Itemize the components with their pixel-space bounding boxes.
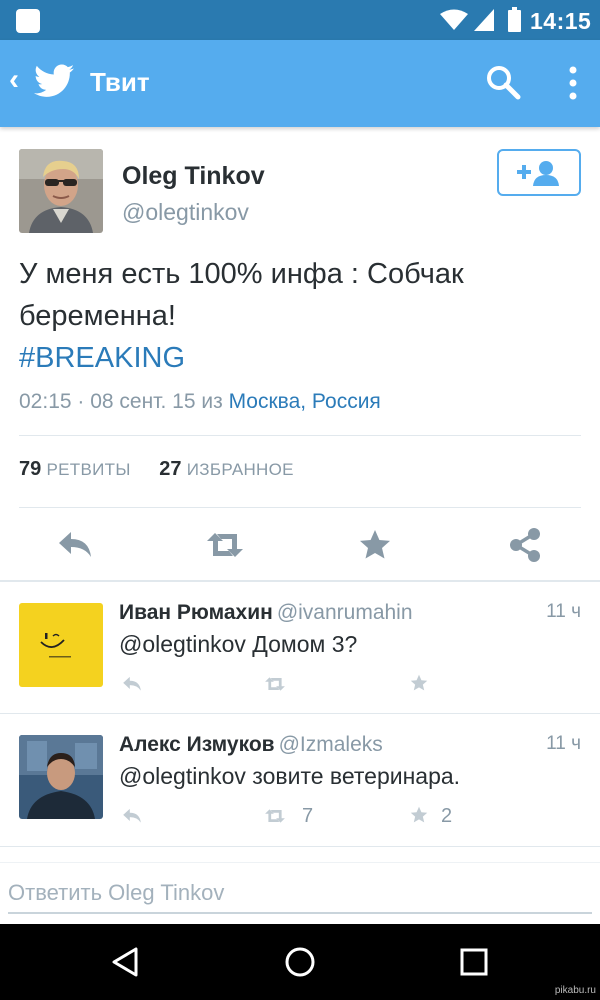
reply-time: 11 ч <box>546 733 581 754</box>
author-avatar[interactable] <box>19 149 103 233</box>
search-icon[interactable] <box>485 64 521 100</box>
signal-icon <box>474 9 494 31</box>
reply-author[interactable]: Иван Рюмахин @ivanrumahin <box>119 601 413 625</box>
tweet-hashtag-link[interactable]: #BREAKING <box>19 337 185 379</box>
reply-input[interactable] <box>8 874 592 914</box>
add-user-icon <box>517 161 559 186</box>
section-separator <box>0 580 600 582</box>
reply-icon[interactable] <box>119 805 145 827</box>
watermark: pikabu.ru <box>554 985 596 996</box>
tweet-stats: 79 РЕТВИТЫ 27 ИЗБРАННОЕ <box>19 458 294 481</box>
author-name[interactable]: Oleg Tinkov <box>122 162 265 191</box>
favorite-icon[interactable] <box>355 525 395 565</box>
reply-icon[interactable] <box>55 525 95 565</box>
divider <box>19 507 581 508</box>
divider <box>19 435 581 436</box>
favorites-label[interactable]: ИЗБРАННОЕ <box>187 460 294 479</box>
tweet-meta: 02:15 · 08 сент. 15 из Москва, Россия <box>19 390 381 414</box>
divider <box>0 713 600 714</box>
tweet-from-label: из <box>201 390 223 413</box>
author-handle[interactable]: @olegtinkov <box>122 199 249 226</box>
reply-icon[interactable] <box>119 673 145 695</box>
favorite-count: 2 <box>441 805 453 827</box>
app-bar: ‹ Твит <box>0 40 600 127</box>
reply-author-handle[interactable]: @ivanrumahin <box>277 601 413 624</box>
notification-icon <box>16 9 40 33</box>
reply-text: @olegtinkov зовите ветеринара. <box>119 763 461 789</box>
retweet-icon[interactable] <box>205 525 245 565</box>
reply-avatar[interactable] <box>19 735 103 819</box>
recents-icon[interactable] <box>457 945 491 979</box>
retweet-icon[interactable] <box>262 805 288 827</box>
reply-author[interactable]: Алекс Измуков @Izmaleks <box>119 733 383 757</box>
back-arrow-icon[interactable]: ‹ <box>9 65 19 95</box>
tweet-timestamp: 02:15 · 08 сент. 15 <box>19 390 196 413</box>
divider <box>0 846 600 847</box>
favorite-icon[interactable] <box>406 804 432 826</box>
back-icon[interactable] <box>108 945 142 979</box>
photo-avatar-image <box>19 735 103 819</box>
follow-button[interactable] <box>497 149 581 196</box>
reply-time: 11 ч <box>546 601 581 622</box>
reply-author-name[interactable]: Алекс Измуков <box>119 733 275 756</box>
reply-author-handle[interactable]: @Izmaleks <box>279 733 383 756</box>
wifi-icon <box>440 9 468 30</box>
system-navigation-bar: pikabu.ru <box>0 924 600 1000</box>
favorite-icon[interactable] <box>406 672 432 694</box>
reply-author-name[interactable]: Иван Рюмахин <box>119 601 273 624</box>
page-title: Твит <box>90 67 150 97</box>
twitter-bird-icon[interactable] <box>34 63 74 99</box>
tweet-text: У меня есть 100% инфа : Собчак беременна… <box>19 258 464 332</box>
clock: 14:15 <box>530 8 592 34</box>
avatar-photo <box>19 149 103 233</box>
share-icon[interactable] <box>505 525 545 565</box>
reply-text: @olegtinkov Домом 3? <box>119 631 358 657</box>
retweet-count: 7 <box>302 805 314 827</box>
reply-avatar[interactable] <box>19 603 103 687</box>
retweets-count[interactable]: 79 <box>19 458 41 480</box>
more-vertical-icon[interactable] <box>566 66 580 100</box>
favorites-count[interactable]: 27 <box>159 458 181 480</box>
battery-icon <box>508 7 521 32</box>
tweet-location-link[interactable]: Москва, Россия <box>229 390 381 413</box>
divider <box>0 862 600 863</box>
retweets-label[interactable]: РЕТВИТЫ <box>47 460 131 479</box>
status-bar: 14:15 <box>0 0 600 40</box>
retweet-icon[interactable] <box>262 673 288 695</box>
home-icon[interactable] <box>283 945 317 979</box>
smiley-avatar-image <box>19 603 103 687</box>
